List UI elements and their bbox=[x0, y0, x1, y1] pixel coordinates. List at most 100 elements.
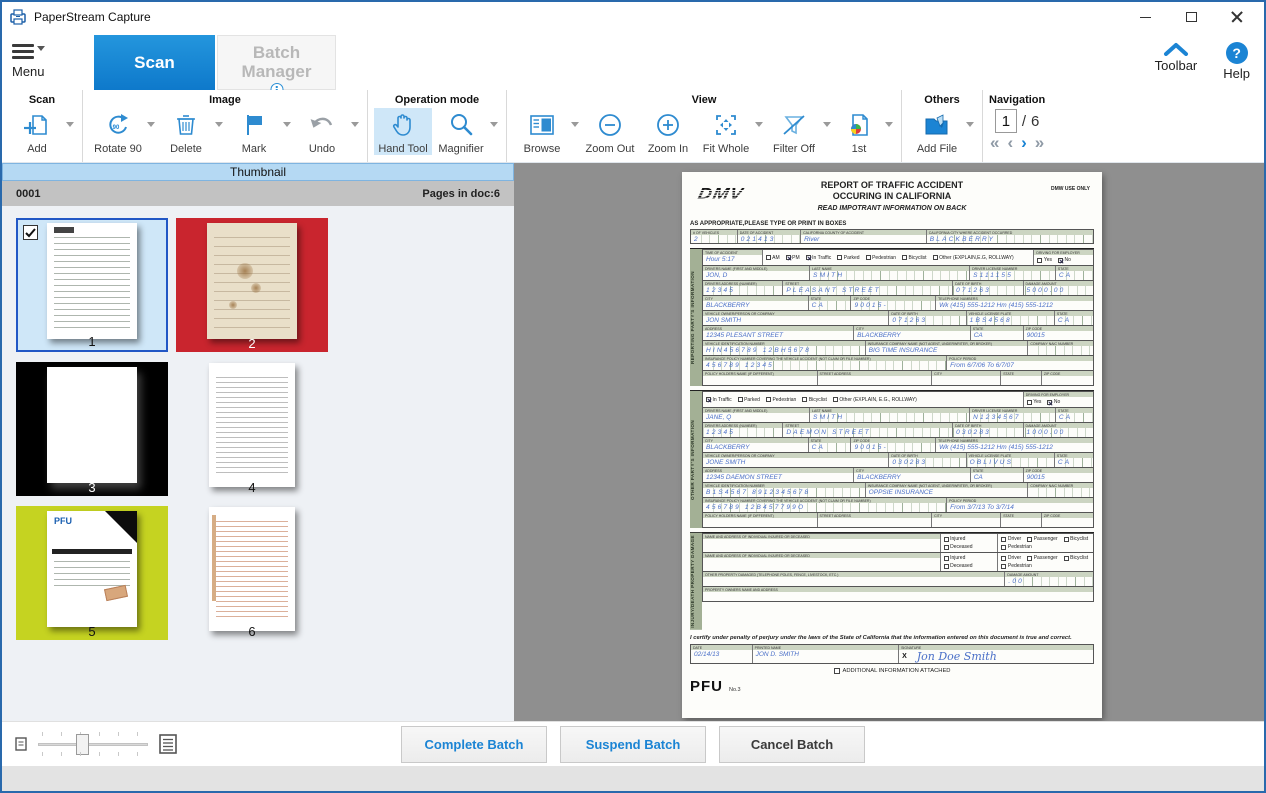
hand-tool-button[interactable]: Hand Tool bbox=[374, 108, 432, 155]
dropdown-caret-icon[interactable] bbox=[351, 122, 359, 127]
ribbon-group-others: Others Add File bbox=[902, 90, 983, 162]
form-row: OTHER PROPERTY DAMAGED (TELEPHONE POLES,… bbox=[702, 572, 1094, 587]
fit-whole-button[interactable]: Fit Whole bbox=[697, 108, 755, 155]
thumbnail-panel-header: Thumbnail bbox=[2, 163, 514, 181]
dropdown-caret-icon[interactable] bbox=[885, 122, 893, 127]
thumbnail-4[interactable]: 4 bbox=[176, 362, 328, 496]
thumbnail-2[interactable]: 2 bbox=[176, 218, 328, 352]
magnifier-button[interactable]: Magnifier bbox=[432, 108, 490, 155]
help-button[interactable]: ? Help bbox=[1223, 42, 1250, 81]
dropdown-caret-icon[interactable] bbox=[966, 122, 974, 127]
scanned-document-page: DMV REPORT OF TRAFFIC ACCIDENT OCCURING … bbox=[682, 172, 1102, 718]
group-label-navigation: Navigation bbox=[989, 92, 1045, 108]
browse-panel-icon bbox=[529, 110, 555, 140]
thumbnail-1[interactable]: 1 bbox=[16, 218, 168, 352]
form-field: STATECA bbox=[971, 468, 1024, 482]
form-checkbox: Pedestrian bbox=[766, 397, 796, 403]
maximize-button[interactable] bbox=[1168, 2, 1214, 32]
form-field: OTHER PROPERTY DAMAGED (TELEPHONE POLES,… bbox=[703, 572, 1005, 586]
first-page-nav-icon[interactable]: « bbox=[990, 134, 999, 151]
printed-name-value: JON D. SMITH bbox=[753, 650, 898, 663]
cancel-batch-button[interactable]: Cancel Batch bbox=[719, 726, 865, 763]
dropdown-caret-icon[interactable] bbox=[147, 122, 155, 127]
dropdown-caret-icon[interactable] bbox=[215, 122, 223, 127]
ribbon-group-image: Image 90 Rotate 90 Delete bbox=[83, 90, 368, 162]
form-field: STREET ADDRESS bbox=[818, 371, 933, 385]
add-file-icon bbox=[923, 110, 951, 140]
dropdown-caret-icon[interactable] bbox=[823, 122, 831, 127]
form-row: VEHICLE OWNER/PERSON OR COMPANYJON SMITH… bbox=[702, 311, 1094, 326]
suspend-batch-button[interactable]: Suspend Batch bbox=[560, 726, 706, 763]
previous-page-nav-icon[interactable]: ‹ bbox=[1007, 134, 1013, 151]
toolbar-toggle-button[interactable]: Toolbar bbox=[1155, 42, 1198, 81]
thumbnail-3[interactable]: 3 bbox=[16, 362, 168, 496]
thumbnail-number: 5 bbox=[16, 624, 168, 639]
thumbnail-checkbox[interactable] bbox=[23, 225, 38, 240]
complete-batch-button[interactable]: Complete Batch bbox=[401, 726, 547, 763]
first-page-button[interactable]: 1st bbox=[833, 108, 885, 155]
thumbnail-5[interactable]: PFU 5 bbox=[16, 506, 168, 640]
dropdown-caret-icon[interactable] bbox=[283, 122, 291, 127]
form-field: DRIVERS NAME (FIRST AND MIDDLE)JON, D bbox=[703, 266, 810, 280]
tab-scan[interactable]: Scan bbox=[94, 35, 215, 90]
menu-label: Menu bbox=[12, 64, 60, 79]
bottom-bar: Complete Batch Suspend Batch Cancel Batc… bbox=[2, 721, 1264, 766]
rotate-90-icon: 90 bbox=[104, 110, 132, 140]
tab-batch-manager[interactable]: Batch Manager bbox=[217, 35, 336, 90]
thumbnail-6[interactable]: 6 bbox=[176, 506, 328, 640]
form-row: DRIVERS ADDRESS (NUMBER)12345STREETDAEMO… bbox=[702, 423, 1094, 438]
last-page-nav-icon[interactable]: » bbox=[1035, 134, 1044, 151]
status-strip bbox=[2, 766, 1264, 791]
form-field: VEHICLE OWNER/PERSON OR COMPANYJON SMITH bbox=[703, 311, 889, 325]
form-field: POLICY PERIODFrom 6/7/06 To 6/7/07 bbox=[947, 356, 1093, 370]
form-field: POLICY HOLDERS NAME (IF DIFFERENT) bbox=[703, 371, 818, 385]
form-checkbox: Bicyclist bbox=[1064, 555, 1089, 561]
close-button[interactable] bbox=[1214, 2, 1260, 32]
form-field: CITY bbox=[932, 371, 1001, 385]
menu-button[interactable]: Menu bbox=[12, 44, 60, 79]
form-field: STATECA bbox=[1055, 453, 1093, 467]
form-field: CITYBLACKBERRY bbox=[703, 296, 809, 310]
form-field: TELEPHONE NUMBERSWk (415) 555-1212 Hm (4… bbox=[936, 438, 1093, 452]
hamburger-icon bbox=[12, 44, 34, 62]
thumbnail-number: 3 bbox=[16, 480, 168, 495]
document-id: 0001 bbox=[16, 188, 40, 200]
form-checkbox: Pedestrian bbox=[1001, 544, 1031, 550]
add-button[interactable]: Add bbox=[8, 108, 66, 155]
dropdown-caret-icon[interactable] bbox=[755, 122, 763, 127]
zoom-in-button[interactable]: Zoom In bbox=[639, 108, 697, 155]
add-file-button[interactable]: Add File bbox=[908, 108, 966, 155]
mark-button[interactable]: Mark bbox=[225, 108, 283, 155]
document-viewer[interactable]: DMV REPORT OF TRAFFIC ACCIDENT OCCURING … bbox=[514, 163, 1264, 721]
form-field: ZIP CODE90015- bbox=[851, 296, 936, 310]
doc-instruction: AS APPROPRIATE,PLEASE TYPE OR PRINT IN B… bbox=[690, 221, 1094, 227]
dropdown-caret-icon[interactable] bbox=[66, 122, 74, 127]
zoom-out-button[interactable]: Zoom Out bbox=[581, 108, 639, 155]
form-row: DRIVERS NAME (FIRST AND MIDDLE)JON, DLAS… bbox=[702, 266, 1094, 281]
form-row: DRIVERS NAME (FIRST AND MIDDLE)JANE, QLA… bbox=[702, 408, 1094, 423]
form-checkbox: Injured bbox=[944, 555, 966, 561]
delete-button[interactable]: Delete bbox=[157, 108, 215, 155]
signature-script: Jon Doe Smith bbox=[907, 650, 997, 663]
minimize-button[interactable] bbox=[1122, 2, 1168, 32]
filter-off-button[interactable]: Filter Off bbox=[765, 108, 823, 155]
dropdown-caret-icon[interactable] bbox=[490, 122, 498, 127]
undo-button[interactable]: Undo bbox=[293, 108, 351, 155]
form-checkbox: No bbox=[1058, 257, 1071, 263]
page-number-input[interactable]: 1 bbox=[995, 109, 1017, 133]
next-page-nav-icon[interactable]: › bbox=[1021, 134, 1027, 151]
toolbar-label: Toolbar bbox=[1155, 58, 1198, 73]
form-field: INSURANCE COMPANY NAME (NOT AGENT, UNDER… bbox=[866, 483, 1029, 497]
form-checkbox: Parked bbox=[837, 255, 859, 261]
form-checkbox: Other (EXPLAIN, E.G., ROLLWAY) bbox=[833, 397, 917, 403]
browse-button[interactable]: Browse bbox=[513, 108, 571, 155]
form-field: TIME OF ACCIDENTHour 5:17 bbox=[703, 250, 763, 265]
ribbon-group-operation-mode: Operation mode Hand Tool Magnifier bbox=[368, 90, 507, 162]
rotate-90-button[interactable]: 90 Rotate 90 bbox=[89, 108, 147, 155]
form-checkbox: Bicyclist bbox=[902, 255, 927, 261]
form-field: COMPANY NAIC NUMBER bbox=[1028, 341, 1093, 355]
rotate-90-label: Rotate 90 bbox=[94, 143, 142, 155]
form-checkbox: Deceased bbox=[944, 563, 973, 569]
dropdown-caret-icon[interactable] bbox=[571, 122, 579, 127]
close-icon bbox=[1231, 11, 1243, 23]
